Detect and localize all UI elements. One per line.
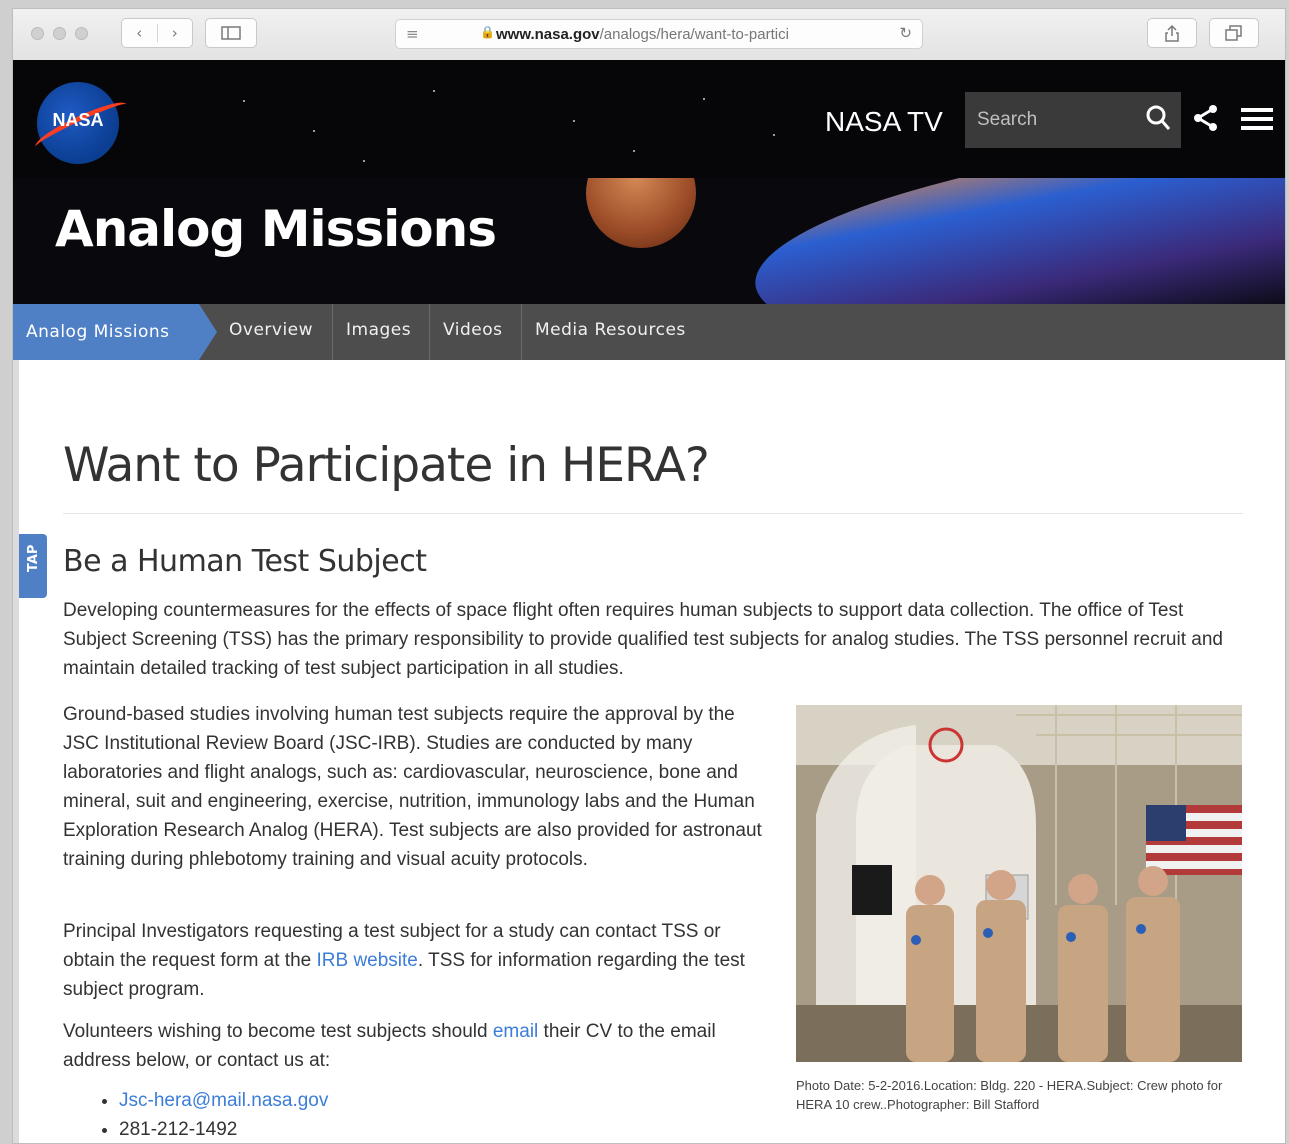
search-icon[interactable] xyxy=(1145,104,1171,132)
main-content: TAP Want to Participate in HERA? Be a Hu… xyxy=(13,360,1285,1143)
url-path: /analogs/hera/want-to-partici xyxy=(599,26,789,43)
tab-overview[interactable]: Overview xyxy=(216,304,333,360)
hero-graphic xyxy=(745,178,1285,304)
tab-images[interactable]: Images xyxy=(333,304,430,360)
minimize-window-button[interactable] xyxy=(53,27,66,40)
share-page-button[interactable] xyxy=(1147,18,1197,48)
browser-toolbar: ‹ › ≡ 🔒 www.nasa.gov/analogs/hera/want-t… xyxy=(13,9,1285,61)
tabs-overview-button[interactable] xyxy=(1209,18,1259,48)
reader-view-icon[interactable]: ≡ xyxy=(406,25,419,43)
history-nav: ‹ › xyxy=(121,18,193,48)
hamburger-menu-icon[interactable] xyxy=(1241,106,1273,132)
lock-icon: 🔒 xyxy=(480,25,495,39)
section-heading: Be a Human Test Subject xyxy=(63,544,427,579)
sidebar-icon xyxy=(221,26,241,40)
hera-crew-photo[interactable] xyxy=(796,705,1242,1062)
browser-window: ‹ › ≡ 🔒 www.nasa.gov/analogs/hera/want-t… xyxy=(12,8,1286,1144)
irb-website-link[interactable]: IRB website xyxy=(317,950,418,971)
intro-paragraph: Developing countermeasures for the effec… xyxy=(63,600,1223,679)
email-link[interactable]: email xyxy=(493,1021,538,1042)
sidebar-toggle-button[interactable] xyxy=(205,18,257,48)
nasa-tv-link[interactable]: NASA TV xyxy=(825,106,943,138)
tab-media-resources[interactable]: Media Resources xyxy=(522,304,708,360)
reload-icon[interactable]: ↻ xyxy=(899,24,912,42)
contact-email-link[interactable]: Jsc-hera@mail.nasa.gov xyxy=(119,1090,328,1111)
tab-videos[interactable]: Videos xyxy=(430,304,522,360)
contact-list: Jsc-hera@mail.nasa.gov 281-212-1492 xyxy=(85,1086,328,1143)
site-header: NASA NASA TV xyxy=(13,60,1285,178)
mars-image xyxy=(586,178,696,248)
search-input[interactable] xyxy=(965,92,1135,148)
section-nav-current-label: Analog Missions xyxy=(26,322,170,342)
section-nav: Analog Missions Overview Images Videos M… xyxy=(13,304,1285,360)
nasa-logo[interactable]: NASA xyxy=(31,82,131,164)
studies-paragraph: Ground-based studies involving human tes… xyxy=(63,704,762,870)
share-icon[interactable] xyxy=(1193,104,1219,132)
volunteers-paragraph: Volunteers wishing to become test subjec… xyxy=(63,1021,716,1071)
address-bar[interactable]: ≡ 🔒 www.nasa.gov/analogs/hera/want-to-pa… xyxy=(395,19,923,49)
share-sheet-icon xyxy=(1165,24,1179,42)
search-box xyxy=(965,92,1181,148)
divider xyxy=(63,513,1243,514)
url-domain: www.nasa.gov xyxy=(496,26,600,43)
tap-tab[interactable]: TAP xyxy=(19,534,47,598)
tabs-icon xyxy=(1225,25,1242,41)
investigators-paragraph: Principal Investigators requesting a tes… xyxy=(63,921,745,1000)
logo-text: NASA xyxy=(52,110,104,130)
back-icon[interactable]: ‹ xyxy=(122,24,158,42)
forward-icon[interactable]: › xyxy=(158,24,193,42)
zoom-window-button[interactable] xyxy=(75,27,88,40)
url-text: www.nasa.gov/analogs/hera/want-to-partic… xyxy=(496,26,789,43)
list-item: Jsc-hera@mail.nasa.gov xyxy=(119,1086,328,1115)
section-nav-current[interactable]: Analog Missions xyxy=(13,304,217,360)
hero-title: Analog Missions xyxy=(55,200,497,258)
close-window-button[interactable] xyxy=(31,27,44,40)
page-title: Want to Participate in HERA? xyxy=(63,438,710,493)
hero-banner: Analog Missions xyxy=(13,178,1285,304)
photo-caption: Photo Date: 5-2-2016.Location: Bldg. 220… xyxy=(796,1078,1223,1112)
list-item: 281-212-1492 xyxy=(119,1115,328,1143)
